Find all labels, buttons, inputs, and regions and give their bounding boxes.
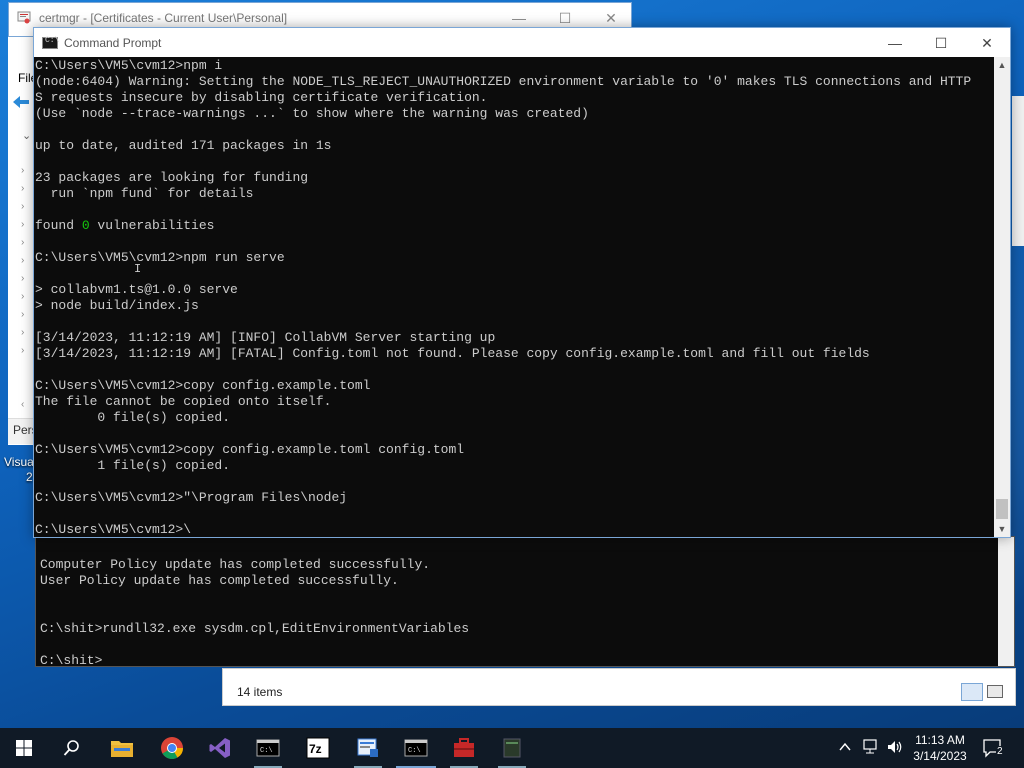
tree-expand-icon[interactable]: › xyxy=(21,327,24,338)
file-explorer-icon[interactable] xyxy=(98,728,146,768)
menu-file[interactable]: File xyxy=(18,71,33,85)
command-prompt-window[interactable]: C:\ Command Prompt — ☐ ✕ C:\Users\VM5\cv… xyxy=(33,27,1011,538)
minimize-button[interactable]: — xyxy=(872,28,918,58)
tree-expand-icon[interactable]: › xyxy=(21,309,24,320)
cmd-icon-text: C:\ xyxy=(45,36,60,45)
command-prompt-icon[interactable]: C:\ xyxy=(392,728,440,768)
console-line: 23 packages are looking for funding xyxy=(35,170,309,185)
item-count: 14 items xyxy=(237,685,283,699)
console-line: Computer Policy update has completed suc… xyxy=(40,557,431,572)
console-line: C:\shit>rundll32.exe sysdm.cpl,EditEnvir… xyxy=(40,621,470,636)
tree-expand-icon[interactable]: › xyxy=(21,183,24,194)
command-prompt-title: Command Prompt xyxy=(64,36,162,50)
svg-text:7z: 7z xyxy=(309,742,322,756)
console-line: (node:6404) Warning: Setting the NODE_TL… xyxy=(35,74,972,89)
tree-item-personal[interactable]: Pers xyxy=(8,420,34,442)
volume-icon[interactable] xyxy=(886,739,904,768)
tree-expand-icon[interactable]: › xyxy=(21,165,24,176)
console-line: C:\Users\VM5\cvm12>npm i xyxy=(35,58,223,73)
console-line: run `npm fund` for details xyxy=(35,186,254,201)
toolbox-icon[interactable] xyxy=(440,728,488,768)
command-prompt-icon: C:\ xyxy=(42,36,60,49)
7zip-icon[interactable]: 7z xyxy=(294,728,342,768)
certmgr-title: certmgr - [Certificates - Current User\P… xyxy=(39,11,288,25)
console-line: C:\Users\VM5\cvm12>copy config.example.t… xyxy=(35,378,371,393)
command-prompt-titlebar[interactable]: C:\ Command Prompt — ☐ ✕ xyxy=(34,28,1010,57)
clock-time: 11:13 AM xyxy=(915,733,965,747)
console-2-scrollbar[interactable] xyxy=(998,537,1014,666)
scroll-left-icon[interactable]: ‹ xyxy=(21,399,24,410)
console-line: [3/14/2023, 11:12:19 AM] [FATAL] Config.… xyxy=(35,346,870,361)
tree-expand-icon[interactable]: › xyxy=(21,345,24,356)
console-line: C:\Users\VM5\cvm12>"\Program Files\nodej xyxy=(35,490,348,505)
console-2-output: Computer Policy update has completed suc… xyxy=(40,557,469,669)
console-line: User Policy update has completed success… xyxy=(40,573,399,588)
start-icon[interactable] xyxy=(0,728,48,768)
tree-expand-icon[interactable]: › xyxy=(21,255,24,266)
scroll-up-icon[interactable]: ▲ xyxy=(994,57,1010,73)
desktop-icon-label[interactable]: Visua xyxy=(4,455,34,469)
taskbar: C:\ 7z C:\ 11:13 AM 3/14/2023 2 xyxy=(0,728,1024,768)
vulnerability-count: 0 xyxy=(81,218,90,233)
console-line: The file cannot be copied onto itself. xyxy=(35,394,332,409)
console-line: up to date, audited 171 packages in 1s xyxy=(35,138,332,153)
console-line: [3/14/2023, 11:12:19 AM] [INFO] CollabVM… xyxy=(35,330,496,345)
ibeam-cursor-icon: I xyxy=(134,262,142,276)
chrome-icon[interactable] xyxy=(148,728,196,768)
search-icon[interactable] xyxy=(48,728,96,768)
scroll-down-icon[interactable]: ▼ xyxy=(994,521,1010,537)
notification-badge: 2 xyxy=(996,746,1004,757)
console-line: 1 file(s) copied. xyxy=(35,458,231,473)
command-prompt-icon[interactable]: C:\ xyxy=(244,728,292,768)
details-view-icon[interactable] xyxy=(961,683,983,701)
console-line: found 0 vulnerabilities xyxy=(35,218,215,233)
certmgr-status-bar: 14 items xyxy=(222,668,1016,706)
visual-studio-icon[interactable] xyxy=(196,728,244,768)
terminal-icon[interactable] xyxy=(488,728,536,768)
maximize-button[interactable]: ☐ xyxy=(918,28,964,58)
tree-expand-icon[interactable]: › xyxy=(21,237,24,248)
console-line: 0 file(s) copied. xyxy=(35,410,231,425)
tree-expand-icon[interactable]: › xyxy=(21,291,24,302)
console-output: C:\Users\VM5\cvm12>npm i (node:6404) War… xyxy=(35,58,971,537)
tree-expand-icon[interactable]: › xyxy=(21,219,24,230)
console-line: C:\shit> xyxy=(40,653,103,668)
console-window-2[interactable]: Computer Policy update has completed suc… xyxy=(35,536,1015,669)
console-line: > node build/index.js xyxy=(35,298,199,313)
console-line: C:\Users\VM5\cvm12>copy config.example.t… xyxy=(35,442,465,457)
certmgr-icon[interactable] xyxy=(344,728,392,768)
scrollbar-thumb[interactable] xyxy=(996,499,1008,519)
action-center-icon[interactable]: 2 xyxy=(982,738,1010,760)
network-icon[interactable] xyxy=(862,739,880,768)
svg-text:C:\: C:\ xyxy=(260,747,273,755)
vertical-scrollbar[interactable]: ▲ ▼ xyxy=(994,57,1010,537)
back-arrow-icon[interactable] xyxy=(12,95,30,109)
console-line: C:\Users\VM5\cvm12>\ xyxy=(35,522,192,537)
background-scrollbar[interactable] xyxy=(1012,96,1024,246)
certmgr-icon xyxy=(17,11,31,24)
desktop-icon-label-2[interactable]: 2 xyxy=(26,470,33,484)
console-line: S requests insecure by disabling certifi… xyxy=(35,90,488,105)
certmgr-tree-pane: File ⌄ › › › › › › › › › › › ‹ xyxy=(8,37,34,445)
close-button[interactable]: ✕ xyxy=(964,28,1010,58)
svg-text:C:\: C:\ xyxy=(408,747,421,755)
show-hidden-icons-icon[interactable] xyxy=(838,740,852,768)
console-output-area[interactable]: C:\Users\VM5\cvm12>npm i (node:6404) War… xyxy=(34,57,994,537)
clock-date: 3/14/2023 xyxy=(913,749,967,763)
tree-expand-icon[interactable]: › xyxy=(21,273,24,284)
system-clock[interactable]: 11:13 AM 3/14/2023 xyxy=(908,732,972,764)
console-line: C:\Users\VM5\cvm12>npm run serve xyxy=(35,250,285,265)
console-line: (Use `node --trace-warnings ...` to show… xyxy=(35,106,589,121)
chevron-down-icon[interactable]: ⌄ xyxy=(22,129,31,142)
tree-expand-icon[interactable]: › xyxy=(21,201,24,212)
console-line: > collabvm1.ts@1.0.0 serve xyxy=(35,282,238,297)
large-icons-view-icon[interactable] xyxy=(987,685,1003,698)
